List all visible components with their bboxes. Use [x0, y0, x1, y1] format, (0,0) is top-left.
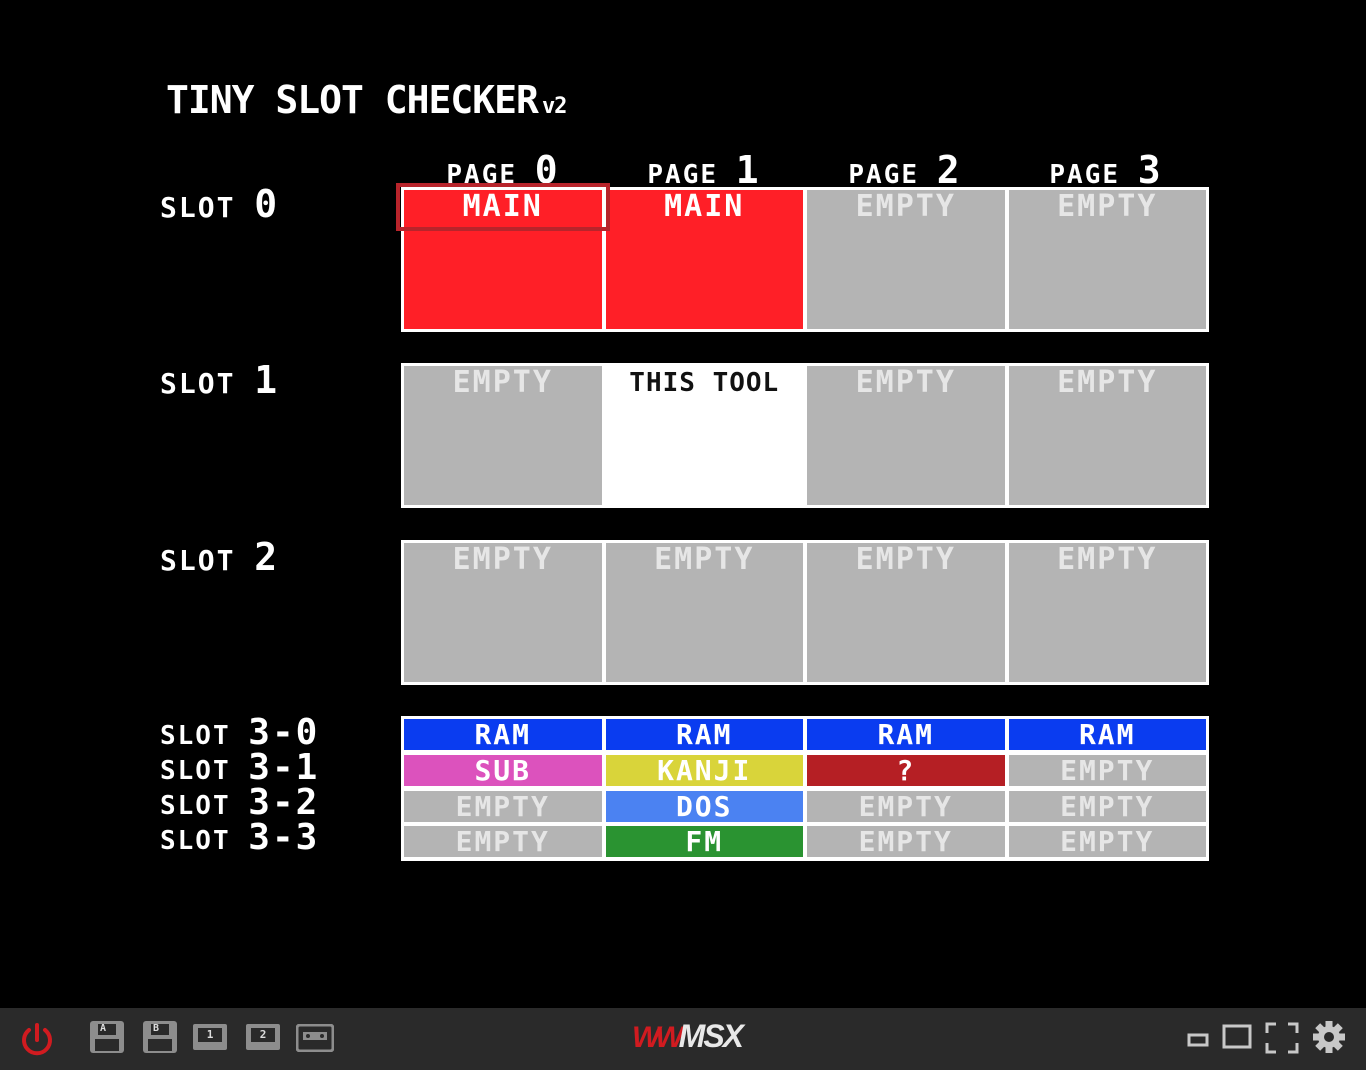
- drive-label: A: [100, 1023, 107, 1034]
- wmsx-logo-mark: W: [632, 1021, 660, 1054]
- fullscreen-icon[interactable]: [1265, 1022, 1299, 1054]
- slot-3-3-page-2-cell[interactable]: EMPTY: [807, 826, 1005, 858]
- cartridge-icon[interactable]: 1: [193, 1024, 227, 1050]
- cartridge-icon[interactable]: 2: [246, 1024, 280, 1050]
- slot-label-3-3: SLOT 3-3: [160, 817, 319, 858]
- power-icon[interactable]: [18, 1021, 56, 1059]
- slot-3-2-page-2-cell[interactable]: EMPTY: [807, 790, 1005, 822]
- slot-label-1: SLOT 1: [160, 358, 279, 402]
- slot-1-grid: EMPTY THIS TOOL EMPTY EMPTY: [401, 363, 1209, 508]
- slot-2-page-0-cell[interactable]: EMPTY: [404, 543, 602, 682]
- page-header-number: 1: [735, 148, 761, 192]
- slot-3-0-page-2-cell[interactable]: RAM: [807, 719, 1005, 750]
- slot-3-0-page-3-cell[interactable]: RAM: [1008, 719, 1206, 750]
- page-header-number: 2: [936, 148, 962, 192]
- cartridge-label: 1: [206, 1028, 214, 1041]
- slot-3-0-page-0-cell[interactable]: RAM: [404, 719, 602, 750]
- cassette-tape-icon[interactable]: [296, 1024, 334, 1052]
- slot-2-page-1-cell[interactable]: EMPTY: [605, 543, 803, 682]
- slot-3-2-page-3-cell[interactable]: EMPTY: [1008, 790, 1206, 822]
- msx-screen: TINY SLOT CHECKER v2 PAGE 0 PAGE 1 PAGE 2…: [0, 0, 1366, 1008]
- drive-label: B: [153, 1023, 160, 1034]
- window-size-icon[interactable]: [1222, 1023, 1252, 1051]
- slot-2-page-3-cell[interactable]: EMPTY: [1008, 543, 1206, 682]
- minimize-window-icon[interactable]: [1187, 1032, 1209, 1048]
- slot-0-page-3-cell[interactable]: EMPTY: [1008, 190, 1206, 329]
- slot-3-1-page-1-cell[interactable]: KANJI: [605, 754, 803, 786]
- floppy-disk-icon[interactable]: B: [143, 1021, 177, 1053]
- page-header-prefix: PAGE: [1049, 160, 1121, 190]
- selection-cursor: [396, 183, 610, 231]
- page-header-prefix: PAGE: [647, 160, 719, 190]
- slot-label-prefix: SLOT: [160, 367, 236, 400]
- slot-3-3-page-0-cell[interactable]: EMPTY: [404, 826, 602, 858]
- slot-3-1-page-0-cell[interactable]: SUB: [404, 754, 602, 786]
- slot-1-page-1-cell[interactable]: THIS TOOL: [605, 366, 803, 505]
- slot-3-0-page-1-cell[interactable]: RAM: [605, 719, 803, 750]
- slot-3-3-page-1-cell[interactable]: FM: [605, 826, 803, 858]
- slot-2-grid: EMPTY EMPTY EMPTY EMPTY: [401, 540, 1209, 685]
- slot-1-page-0-cell[interactable]: EMPTY: [404, 366, 602, 505]
- slot-3-1-page-3-cell[interactable]: EMPTY: [1008, 754, 1206, 786]
- slot-3-1-page-2-cell[interactable]: ?: [807, 754, 1005, 786]
- slot-label-prefix: SLOT: [160, 544, 236, 577]
- page-header-number: 3: [1137, 148, 1163, 192]
- slot-2-page-2-cell[interactable]: EMPTY: [807, 543, 1005, 682]
- floppy-disk-icon[interactable]: A: [90, 1021, 124, 1053]
- slot-label-number: 3-3: [248, 817, 320, 858]
- cartridge-label: 2: [259, 1028, 267, 1041]
- page-header-2: PAGE 2: [805, 148, 1005, 192]
- slot-3-3-page-3-cell[interactable]: EMPTY: [1008, 826, 1206, 858]
- wmsx-logo-mark: W: [655, 1021, 683, 1054]
- page-header-3: PAGE 3: [1006, 148, 1206, 192]
- slot-0-page-2-cell[interactable]: EMPTY: [807, 190, 1005, 329]
- page-header-1: PAGE 1: [604, 148, 804, 192]
- slot-1-page-3-cell[interactable]: EMPTY: [1008, 366, 1206, 505]
- slot-3-subslot-grid: RAM RAM RAM RAM SUB KANJI ? EMPTY EMPTY …: [401, 716, 1209, 861]
- slot-label-0: SLOT 0: [160, 182, 279, 226]
- slot-label-prefix: SLOT: [160, 191, 236, 224]
- slot-label-number: 2: [254, 535, 280, 579]
- app-title: TINY SLOT CHECKER v2: [166, 78, 567, 122]
- wmsx-logo-text: MSX: [678, 1018, 744, 1054]
- app-title-text: TINY SLOT CHECKER: [166, 78, 539, 122]
- slot-label-number: 1: [254, 358, 280, 402]
- slot-label-number: 0: [254, 182, 280, 226]
- slot-3-2-page-0-cell[interactable]: EMPTY: [404, 790, 602, 822]
- wmsx-logo: WWMSX: [632, 1018, 744, 1058]
- settings-gear-icon[interactable]: [1312, 1020, 1346, 1054]
- slot-1-page-2-cell[interactable]: EMPTY: [807, 366, 1005, 505]
- page-header-prefix: PAGE: [848, 160, 920, 190]
- app-version: v2: [541, 94, 567, 119]
- slot-0-page-1-cell[interactable]: MAIN: [605, 190, 803, 329]
- slot-label-2: SLOT 2: [160, 535, 279, 579]
- slot-label-prefix: SLOT: [160, 826, 231, 856]
- slot-3-2-page-1-cell[interactable]: DOS: [605, 790, 803, 822]
